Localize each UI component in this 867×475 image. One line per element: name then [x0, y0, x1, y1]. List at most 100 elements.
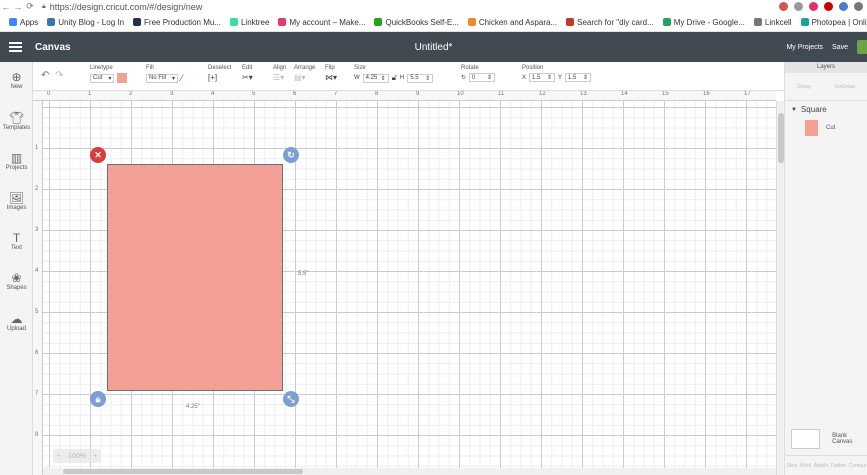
vertical-scrollbar[interactable] [776, 101, 784, 475]
sidebar-item-upload[interactable]: ☁ Upload [0, 312, 33, 332]
forward-arrow-icon[interactable]: → [12, 2, 24, 12]
sidebar-item-projects[interactable]: ▥ Projects [0, 151, 33, 171]
ruler-tick-label: 12 [539, 91, 546, 97]
arrange-icon[interactable]: ▤▾ [294, 73, 306, 82]
delete-handle-icon[interactable]: ✕ [90, 147, 106, 163]
ruler-tick-label: 2 [35, 186, 39, 192]
align-icon[interactable]: ☰▾ [273, 73, 284, 82]
my-projects-link[interactable]: My Projects [786, 44, 823, 51]
square-shape[interactable] [107, 164, 283, 391]
sidebar-item-templates[interactable]: 👕︎ Templates [0, 111, 33, 131]
redo-icon[interactable]: ↷ [55, 70, 63, 81]
bookmark-label: My Drive - Google... [673, 17, 745, 27]
size-height-input[interactable]: 5.5 ⇕ [407, 73, 434, 83]
scissors-icon[interactable]: ✂▾ [242, 73, 253, 82]
rotate-handle-icon[interactable]: ↻ [283, 147, 299, 163]
extension-icon[interactable] [839, 2, 848, 11]
position-x-input[interactable]: 1.5 ⇕ [529, 73, 556, 82]
bookmark-icon [9, 18, 17, 26]
bookmark-item[interactable]: My Drive - Google... [662, 17, 745, 27]
size-width-input[interactable]: 4.25 ⇕ [362, 73, 389, 83]
flip-icon[interactable]: ⋈▾ [325, 73, 337, 82]
zoom-in-icon[interactable]: + [93, 453, 97, 460]
ruler-tick-label: 16 [703, 91, 710, 97]
layer-tool-attach[interactable]: Attach [814, 463, 828, 469]
stepper-icon[interactable]: ⇕ [487, 74, 492, 81]
star-icon[interactable] [794, 2, 803, 11]
bookmark-item[interactable]: Apps [9, 18, 38, 27]
sidebar-item-shapes[interactable]: ❀ Shapes [0, 271, 33, 291]
back-arrow-icon[interactable]: ← [0, 2, 12, 12]
bookmark-icon [662, 18, 671, 26]
rotate-input[interactable]: 0 ⇕ [469, 73, 496, 82]
bookmark-item[interactable]: Unity Blog - Log In [47, 18, 124, 27]
stepper-icon[interactable]: ⇕ [425, 75, 430, 82]
layer-tool-slice[interactable]: Slice [786, 463, 797, 469]
browser-extensions [779, 0, 863, 13]
lock-handle-icon[interactable]: 🔒︎ [90, 391, 106, 407]
fill-dropdown[interactable]: No Fill ▾ [146, 73, 179, 83]
reload-icon[interactable]: ⟳ [24, 1, 36, 12]
bookmark-icon [47, 18, 56, 26]
url-text[interactable]: https://design.cricut.com/#/design/new [50, 2, 203, 12]
plus-circle-icon: ⊕ [11, 70, 22, 84]
stepper-icon[interactable]: ⇕ [381, 75, 386, 82]
bookmark-item[interactable]: Linktree [229, 18, 269, 27]
extension-icon[interactable] [779, 2, 788, 11]
layer-item[interactable]: Cut [785, 120, 867, 136]
menu-icon[interactable] [854, 2, 863, 11]
document-title[interactable]: Untitled* [415, 42, 453, 53]
resize-handle-icon[interactable]: ⤡ [283, 391, 299, 407]
hamburger-menu-icon[interactable] [9, 42, 22, 52]
bookmark-item[interactable]: Chicken and Aspara... [467, 18, 557, 27]
ruler-tick-label: 17 [744, 91, 751, 97]
ruler-tick-label: 10 [457, 91, 464, 97]
undo-icon[interactable]: ↶ [41, 70, 49, 81]
linetype-color-swatch[interactable] [117, 73, 128, 83]
sidebar-item-text[interactable]: T Text [0, 231, 33, 251]
ruler-top: 0 1 2 3 4 5 6 7 8 9 10 11 12 13 14 15 16 17 [33, 91, 776, 101]
bookmark-item[interactable]: My account – Make... [278, 18, 365, 27]
deselect-icon[interactable]: [+] [208, 73, 217, 82]
blank-canvas-item[interactable]: Blank Canvas [785, 429, 867, 449]
arrange-group: Arrange ▤▾ [294, 65, 315, 82]
horizontal-scrollbar[interactable] [43, 468, 776, 475]
size-height-value: 5.5 [410, 75, 419, 81]
ruler-tick-label: 8 [35, 432, 39, 438]
chevron-down-icon[interactable]: ▼ [791, 107, 797, 113]
lock-ratio-icon[interactable]: 🔓︎ [392, 73, 397, 83]
bookmark-item[interactable]: QuickBooks Self-E... [374, 18, 459, 27]
make-it-button[interactable] [857, 40, 867, 54]
zoom-out-icon[interactable]: − [57, 453, 61, 460]
sidebar-item-images[interactable]: 🖼︎ Images [0, 191, 33, 211]
bookmark-item[interactable]: Linkcell [753, 18, 792, 27]
extension-icon[interactable] [809, 2, 818, 11]
bookmark-icon [800, 18, 809, 26]
layer-tool-weld[interactable]: Weld [800, 463, 811, 469]
pinterest-icon[interactable] [824, 2, 833, 11]
stepper-icon[interactable]: ⇕ [547, 74, 552, 81]
bookmark-item[interactable]: Free Production Mu... [133, 18, 221, 27]
save-link[interactable]: Save [832, 44, 848, 51]
layer-tool-flatten[interactable]: Flatten [831, 463, 846, 469]
stepper-icon[interactable]: ⇕ [583, 74, 588, 81]
bookmark-item[interactable]: Photopea | Online I... [800, 18, 867, 27]
chevron-down-icon: ▾ [108, 75, 112, 82]
deselect-group: Deselect [+] [208, 65, 231, 82]
layer-tool-contour[interactable]: Contour [849, 463, 867, 469]
bookmark-label: Search for "diy card... [577, 17, 654, 27]
app-title: Canvas [35, 41, 71, 53]
no-fill-icon[interactable]: ⁄ [181, 73, 183, 83]
ruler-tick-label: 8 [375, 91, 379, 97]
linetype-dropdown[interactable]: Cut ▾ [90, 73, 115, 83]
sidebar-item-new[interactable]: ⊕ New [0, 70, 33, 90]
group-button[interactable]: Group [797, 84, 811, 90]
ruler-tick-label: 6 [293, 91, 297, 97]
scrollbar-thumb[interactable] [63, 469, 303, 474]
ungroup-button[interactable]: UnGroup [835, 84, 855, 90]
bookmark-icon [753, 18, 762, 26]
ruler-tick-label: 0 [47, 91, 51, 97]
position-y-input[interactable]: 1.5 ⇕ [565, 73, 592, 82]
bookmark-item[interactable]: Search for "diy card... [566, 18, 654, 27]
layer-group-square[interactable]: ▼ Square [785, 105, 867, 114]
